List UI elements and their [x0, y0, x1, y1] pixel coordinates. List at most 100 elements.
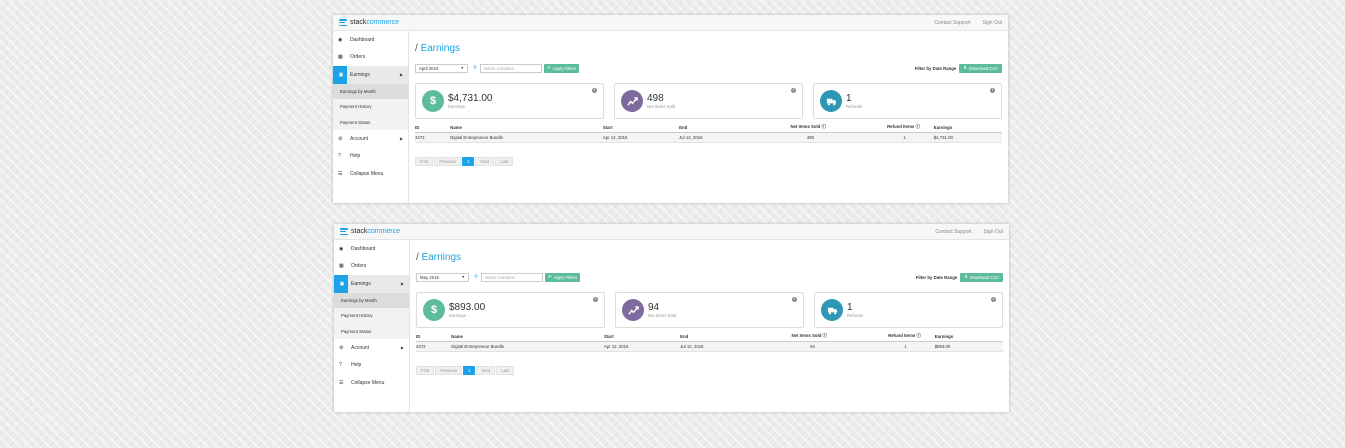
- caret-right-icon: ▶: [399, 136, 403, 142]
- info-icon[interactable]: i: [593, 297, 598, 302]
- cell-id: 3472: [416, 341, 452, 352]
- sign-out-link[interactable]: Sign Out: [984, 229, 1003, 235]
- info-icon[interactable]: i: [990, 88, 995, 93]
- column-header-end[interactable]: End: [679, 123, 756, 133]
- cell-net-items-sold: 498: [755, 132, 826, 143]
- info-icon[interactable]: i: [592, 88, 597, 93]
- sidebar-subitem-earnings-by-month[interactable]: Earnings by Month: [333, 83, 408, 99]
- items-sold-value: 94: [648, 302, 660, 313]
- sidebar-item-dashboard[interactable]: ◉ Dashboard: [333, 31, 408, 49]
- pager-last[interactable]: Last: [496, 365, 515, 375]
- sidebar-item-label: Earnings: [350, 71, 370, 78]
- sidebar-subitem-payment-history[interactable]: Payment History: [334, 308, 409, 324]
- column-header-name[interactable]: Name: [450, 123, 603, 133]
- column-header-earnings[interactable]: Earnings: [920, 332, 1003, 342]
- search-input[interactable]: Name Contains: [480, 63, 542, 73]
- pager-previous[interactable]: Previous: [435, 365, 463, 375]
- column-header-start[interactable]: Start: [602, 123, 680, 133]
- trend-chart-icon: [621, 90, 643, 112]
- items-sold-label: Net Items Sold: [647, 104, 676, 109]
- earnings-label: Earnings: [449, 313, 466, 318]
- month-select[interactable]: May 2016 ▼: [416, 272, 469, 282]
- sidebar-subitem-payment-history[interactable]: Payment History: [333, 99, 408, 115]
- contact-support-link[interactable]: Contact Support: [935, 229, 971, 235]
- pager-next[interactable]: Next: [475, 156, 495, 166]
- orders-icon: ▦: [338, 54, 343, 61]
- list-icon: ☰: [338, 170, 343, 177]
- items-sold-card: 94 Net Items Sold i: [615, 292, 804, 328]
- sidebar-item-help[interactable]: ? Help: [334, 357, 409, 375]
- column-header-earnings[interactable]: Earnings: [919, 123, 1002, 133]
- sidebar-item-earnings[interactable]: ▣ Earnings ▶: [334, 275, 409, 293]
- orders-icon: ▦: [339, 263, 344, 270]
- table-row[interactable]: 3472 Digital Entrepreneur Bundle Apr 12,…: [415, 132, 1002, 143]
- column-header-start[interactable]: Start: [603, 332, 681, 342]
- earnings-panel: stackcommerce Contact Support Sign Out ◉…: [334, 224, 1009, 412]
- pager-previous[interactable]: Previous: [434, 156, 462, 166]
- page-title: / Earnings: [415, 43, 461, 54]
- column-header-net-items-sold[interactable]: Net Items Sold ⓘ: [756, 332, 827, 342]
- sign-out-link[interactable]: Sign Out: [983, 20, 1002, 26]
- month-select[interactable]: April 2016 ▼: [415, 63, 468, 73]
- main-content: / Earnings May 2016 ▼ ⚲ Name Contains ⟳ …: [410, 240, 1009, 412]
- brand-logo[interactable]: stackcommerce: [339, 19, 399, 26]
- sidebar-subitem-earnings-by-month[interactable]: Earnings by Month: [334, 292, 409, 308]
- main-content: / Earnings April 2016 ▼ ⚲ Name Contains …: [409, 31, 1008, 203]
- sidebar-item-help[interactable]: ? Help: [333, 148, 408, 166]
- earnings-icon: ▣: [336, 275, 348, 293]
- earnings-table: ID Name Start End Net Items Sold ⓘ Refun…: [416, 332, 1003, 352]
- info-icon[interactable]: i: [791, 88, 796, 93]
- month-select-value: May 2016: [420, 274, 439, 280]
- search-icon: ⚲: [473, 65, 477, 71]
- dashboard-icon: ◉: [339, 245, 344, 252]
- info-icon[interactable]: i: [991, 297, 996, 302]
- brand-part2: commerce: [367, 228, 401, 235]
- filter-bar: April 2016 ▼ ⚲ Name Contains ⟳ Apply Fil…: [415, 63, 1002, 73]
- cell-end: Jul 12, 2016: [680, 341, 757, 352]
- sidebar-item-account[interactable]: ⚙ Account ▶: [334, 339, 409, 357]
- search-input[interactable]: Name Contains: [481, 272, 543, 282]
- refunds-card: 1 Refunds i: [813, 83, 1002, 119]
- pager-page-1[interactable]: 1: [463, 365, 476, 375]
- apply-filters-button[interactable]: ⟳ Apply Filters: [545, 272, 581, 282]
- caret-right-icon: ▶: [400, 281, 404, 287]
- sidebar-item-dashboard[interactable]: ◉ Dashboard: [334, 240, 409, 258]
- pager-first[interactable]: First: [415, 156, 434, 166]
- download-csv-button[interactable]: ⬇ Download CSV: [960, 272, 1003, 282]
- sidebar-item-collapse-menu[interactable]: ☰ Collapse Menu: [334, 374, 409, 392]
- column-header-net-items-sold[interactable]: Net Items Sold ⓘ: [755, 123, 826, 133]
- sidebar-item-account[interactable]: ⚙ Account ▶: [333, 130, 408, 148]
- info-icon[interactable]: i: [792, 297, 797, 302]
- pager-first[interactable]: First: [416, 365, 435, 375]
- sidebar: ◉ Dashboard ▦ Orders ▣ Earnings ▶ Earnin…: [334, 240, 410, 412]
- sidebar-item-orders[interactable]: ▦ Orders: [333, 49, 408, 67]
- column-header-id[interactable]: ID: [415, 123, 451, 133]
- filter-by-date-range-label: Filter by Date Range: [914, 65, 957, 71]
- cell-refund-items: 1: [825, 132, 920, 143]
- column-header-end[interactable]: End: [680, 332, 757, 342]
- sidebar-item-collapse-menu[interactable]: ☰ Collapse Menu: [333, 165, 408, 183]
- refunds-card: 1 Refunds i: [814, 292, 1003, 328]
- brand-logo[interactable]: stackcommerce: [340, 228, 400, 235]
- sidebar-subitem-payment-status[interactable]: Payment Status: [333, 115, 408, 131]
- column-header-id[interactable]: ID: [416, 332, 452, 342]
- download-csv-button[interactable]: ⬇ Download CSV: [959, 63, 1002, 73]
- items-sold-label: Net Items Sold: [648, 313, 677, 318]
- table-row[interactable]: 3472 Digital Entrepreneur Bundle Apr 12,…: [416, 341, 1003, 352]
- table-header-row: ID Name Start End Net Items Sold ⓘ Refun…: [415, 123, 1002, 133]
- gear-icon: ⚙: [339, 344, 344, 351]
- logo-mark-icon: [339, 19, 347, 26]
- sidebar-subitem-payment-status[interactable]: Payment Status: [334, 324, 409, 340]
- list-icon: ☰: [339, 379, 344, 386]
- pager-next[interactable]: Next: [476, 365, 496, 375]
- sidebar-item-earnings[interactable]: ▣ Earnings ▶: [333, 66, 408, 84]
- pager-page-1[interactable]: 1: [462, 156, 475, 166]
- pager-last[interactable]: Last: [495, 156, 514, 166]
- contact-support-link[interactable]: Contact Support: [934, 20, 970, 26]
- column-header-refund-items[interactable]: Refund Items ⓘ: [825, 123, 920, 133]
- sidebar-item-orders[interactable]: ▦ Orders: [334, 258, 409, 276]
- apply-filters-button[interactable]: ⟳ Apply Filters: [544, 63, 580, 73]
- items-sold-value: 498: [647, 93, 664, 104]
- column-header-refund-items[interactable]: Refund Items ⓘ: [826, 332, 921, 342]
- column-header-name[interactable]: Name: [451, 332, 604, 342]
